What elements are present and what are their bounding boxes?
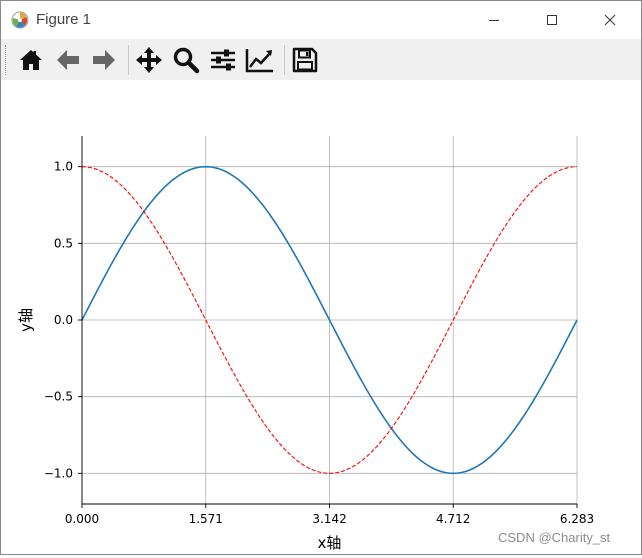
- y-tick-label: 1.0: [54, 160, 73, 174]
- forward-button[interactable]: [87, 43, 121, 77]
- x-tick-label: 3.142: [312, 512, 346, 526]
- y-axis-label: y轴: [17, 308, 35, 332]
- window-title: Figure 1: [36, 11, 92, 28]
- watermark: CSDN @Charity_st: [498, 530, 611, 545]
- x-tick-label: 0.000: [65, 512, 99, 526]
- pan-icon: [136, 47, 162, 73]
- zoom-button[interactable]: [169, 43, 203, 77]
- close-button[interactable]: [587, 1, 633, 39]
- configure-subplots-button[interactable]: [206, 43, 240, 77]
- edit-curve-icon: [245, 49, 273, 73]
- navigation-toolbar: [1, 39, 641, 80]
- home-button[interactable]: [14, 43, 48, 77]
- y-tick-label: 0.5: [54, 236, 73, 250]
- close-icon: [604, 14, 616, 26]
- home-icon: [20, 50, 42, 70]
- toolbar-grip[interactable]: [5, 45, 8, 75]
- x-tick-label: 4.712: [436, 512, 470, 526]
- minimize-icon: [489, 20, 499, 21]
- zoom-icon: [173, 47, 200, 74]
- title-bar: Figure 1: [1, 1, 641, 39]
- save-button[interactable]: [288, 43, 322, 77]
- figure-window: Figure 1 0.000 1.571 3.142 4.712 6.283 −…: [0, 0, 642, 555]
- minimize-button[interactable]: [471, 1, 517, 39]
- y-tick-label: −0.5: [44, 390, 73, 404]
- toolbar-separator: [128, 45, 129, 75]
- forward-icon: [93, 50, 115, 70]
- maximize-icon: [547, 15, 557, 25]
- line-chart[interactable]: 0.000 1.571 3.142 4.712 6.283 −1.0 −0.5 0.0 0.5 1…: [1, 80, 641, 554]
- maximize-button[interactable]: [529, 1, 575, 39]
- x-tick-label: 6.283: [560, 512, 594, 526]
- matplotlib-logo-icon: [11, 11, 29, 29]
- edit-curve-button[interactable]: [243, 43, 277, 77]
- configure-subplots-icon: [211, 49, 235, 71]
- save-icon: [292, 47, 318, 73]
- x-axis-label: x轴: [318, 534, 342, 552]
- toolbar-separator: [284, 45, 285, 75]
- y-tick-label: −1.0: [44, 466, 73, 480]
- pan-button[interactable]: [132, 43, 166, 77]
- y-tick-label: 0.0: [54, 313, 73, 327]
- back-button[interactable]: [51, 43, 85, 77]
- back-icon: [57, 50, 79, 70]
- x-tick-label: 1.571: [189, 512, 223, 526]
- figure-canvas[interactable]: 0.000 1.571 3.142 4.712 6.283 −1.0 −0.5 0.0 0.5 1…: [1, 80, 641, 554]
